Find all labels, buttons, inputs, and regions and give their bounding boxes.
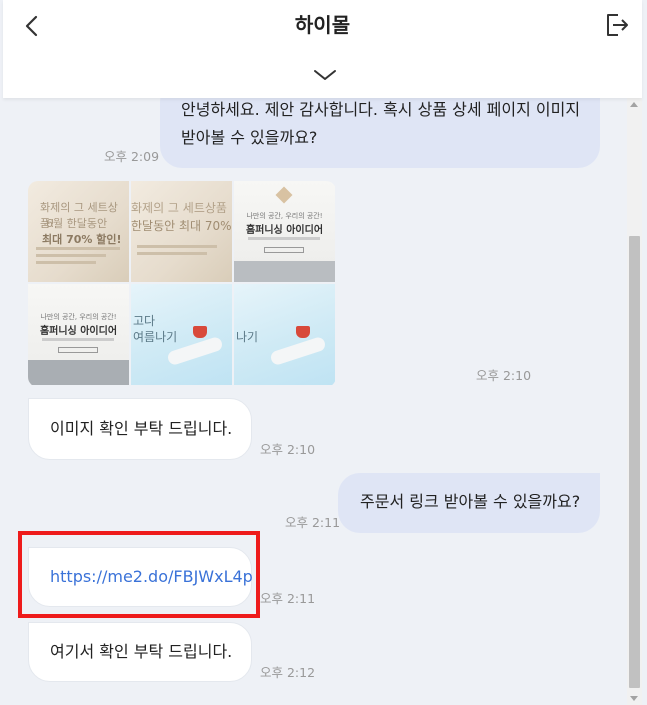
product-image-thumbnail[interactable]: 나만의 공간, 우리의 공간! 홈퍼니싱 아이디어 <box>28 284 129 385</box>
thumb-text: 최대 70% 할인! <box>42 233 122 246</box>
message-time: 오후 2:10 <box>260 442 316 457</box>
message-time: 오후 2:09 <box>104 149 160 164</box>
chat-header: 하이몰 <box>3 0 642 98</box>
thumb-text: 여름나기 <box>133 330 178 344</box>
image-grid[interactable]: 화제의 그 세트상품! 6월 한달동안 최대 70% 할인! 화제의 그 세트상… <box>28 181 336 387</box>
product-image-thumbnail[interactable]: 화제의 그 세트상품! 6월 한달동안 최대 70% 할인! <box>28 181 129 282</box>
thumb-text: 한달동안 최대 70% <box>131 219 232 233</box>
message-time: 오후 2:10 <box>476 368 532 383</box>
their-message-bubble: 여기서 확인 부탁 드립니다. <box>28 622 252 682</box>
thumb-text: 홈퍼니싱 아이디어 <box>245 225 324 236</box>
scroll-up-arrow-icon[interactable] <box>630 102 638 107</box>
thumb-text: 고다 <box>133 314 156 328</box>
chat-title: 하이몰 <box>294 13 351 37</box>
exit-button[interactable] <box>605 12 629 38</box>
thumb-text: 나기 <box>236 330 259 344</box>
message-time: 오후 2:11 <box>260 591 316 606</box>
thumb-text: 나만의 공간, 우리의 공간! <box>246 212 323 220</box>
highlight-box <box>18 531 260 618</box>
chevron-down-icon <box>314 70 336 80</box>
product-image-thumbnail[interactable]: 나기 <box>234 284 335 385</box>
my-message-bubble: 주문서 링크 받아볼 수 있을까요? <box>338 473 600 533</box>
message-text: 이미지 확인 부탁 드립니다. <box>50 419 233 438</box>
thumb-text: 화제의 그 세트상품 <box>131 201 227 215</box>
thumb-text: 홈퍼니싱 아이디어 <box>39 326 118 337</box>
message-time: 오후 2:11 <box>285 515 341 530</box>
message-text: 주문서 링크 받아볼 수 있을까요? <box>360 492 581 511</box>
message-line: 받아볼 수 있을까요? <box>181 128 318 147</box>
scrollbar-thumb[interactable] <box>629 236 640 688</box>
message-text: 여기서 확인 부탁 드립니다. <box>50 642 233 661</box>
message-time: 오후 2:12 <box>260 665 316 680</box>
collapse-button[interactable] <box>311 64 339 86</box>
product-image-thumbnail[interactable]: 화제의 그 세트상품 한달동안 최대 70% <box>131 181 232 282</box>
product-image-thumbnail[interactable]: 나만의 공간, 우리의 공간! 홈퍼니싱 아이디어 <box>234 181 335 282</box>
scrollbar[interactable] <box>627 98 642 705</box>
their-message-bubble: 이미지 확인 부탁 드립니다. <box>28 398 252 460</box>
message-line: 안녕하세요. 제안 감사합니다. 혹시 상품 상세 페이지 이미지 <box>181 100 581 119</box>
exit-icon <box>607 14 628 36</box>
thumb-text: 나만의 공간, 우리의 공간! <box>40 313 117 321</box>
scroll-down-arrow-icon[interactable] <box>630 696 638 701</box>
thumb-text: 6월 한달동안 <box>46 217 108 230</box>
product-image-thumbnail[interactable]: 고다 여름나기 <box>131 284 232 385</box>
